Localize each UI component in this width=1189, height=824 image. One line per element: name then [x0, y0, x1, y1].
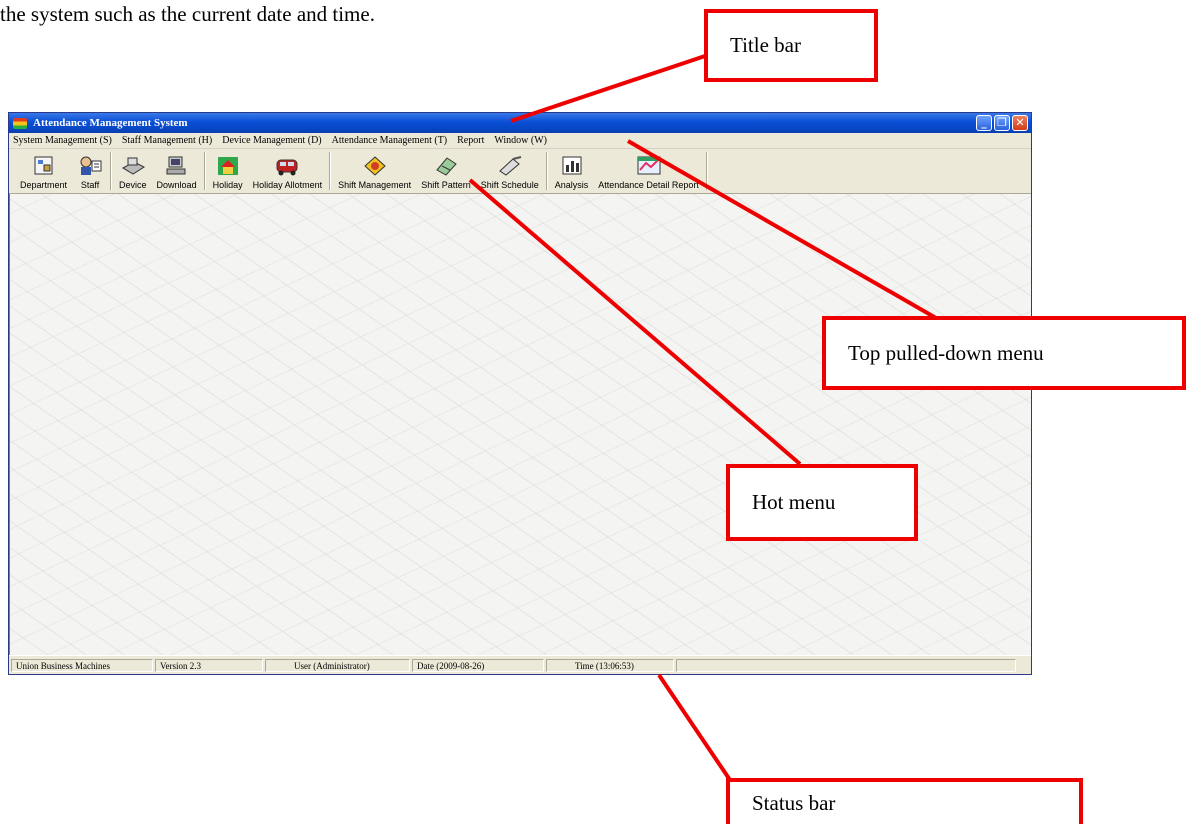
status-bar-pointer	[657, 673, 732, 782]
title-bar-callout-label: Title bar	[730, 33, 801, 57]
title-bar-callout: Title bar	[704, 9, 878, 82]
hot-menu-callout-label: Hot menu	[752, 490, 836, 514]
top-menu-pointer	[627, 139, 937, 320]
status-bar-callout-label: Status bar	[752, 790, 836, 815]
top-menu-callout: Top pulled-down menu	[822, 316, 1186, 390]
top-menu-callout-label: Top pulled-down menu	[848, 340, 1044, 365]
hot-menu-pointer	[468, 178, 802, 466]
callout-lines	[468, 52, 937, 782]
title-bar-pointer	[510, 52, 712, 123]
status-bar-callout: Status bar	[726, 778, 1083, 824]
hot-menu-callout: Hot menu	[726, 464, 918, 541]
